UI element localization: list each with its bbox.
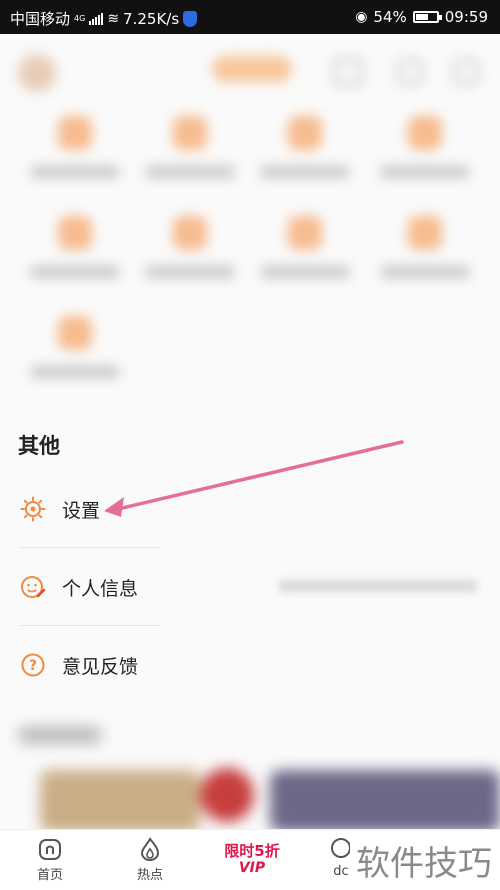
annotation-arrow bbox=[104, 440, 404, 517]
